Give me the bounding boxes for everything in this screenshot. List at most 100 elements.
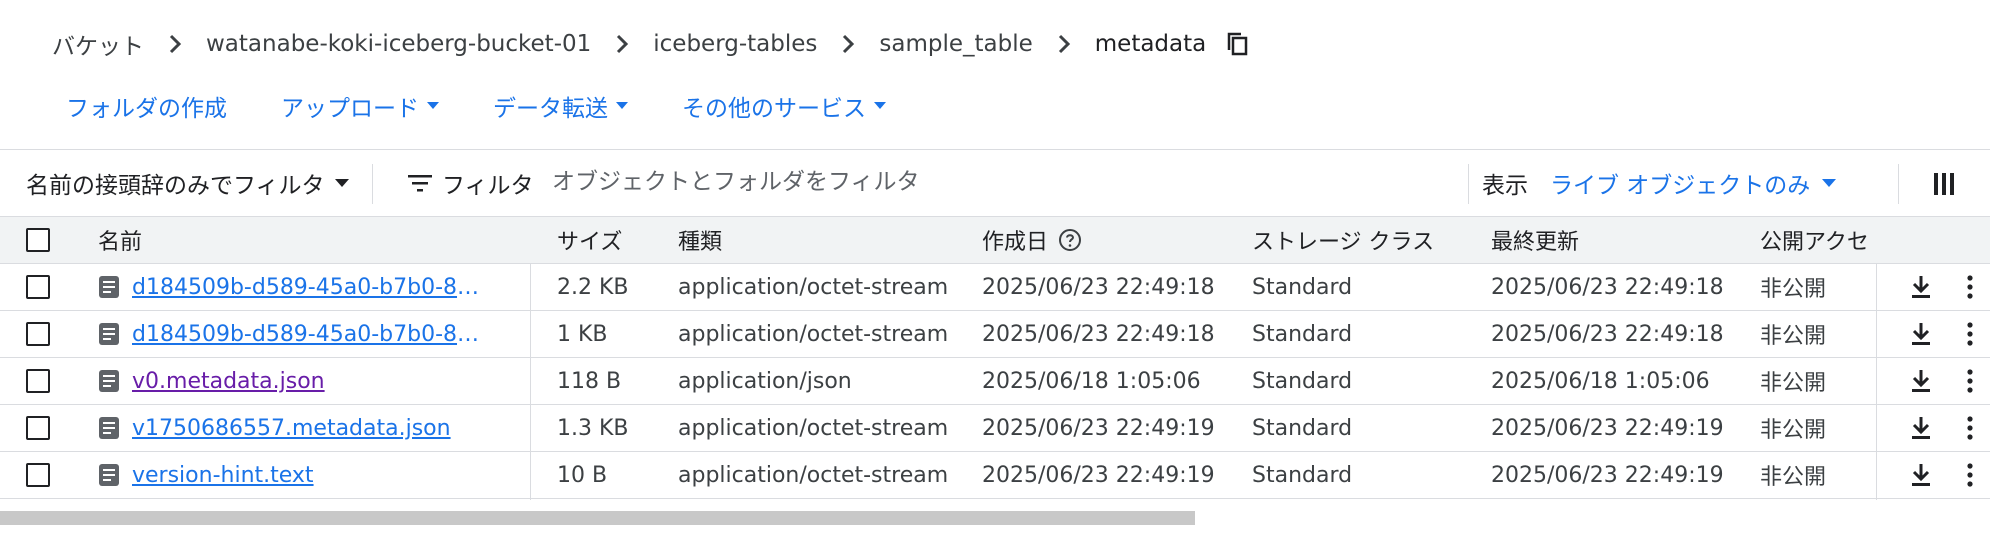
object-name-link[interactable]: v1750686557.metadata.json <box>132 416 451 441</box>
chevron-right-icon <box>607 34 637 54</box>
row-checkbox[interactable] <box>26 322 50 346</box>
object-public-access: 非公開 <box>1760 277 1827 302</box>
file-icon <box>98 322 120 346</box>
breadcrumb-current: metadata <box>1094 31 1207 57</box>
filter-button[interactable]: フィルタ <box>408 164 534 202</box>
header-last-updated[interactable]: 最終更新 <box>1491 217 1751 263</box>
header-public-access[interactable]: 公開アクセ <box>1760 217 1875 263</box>
table-header-row: 名前 サイズ 種類 作成日 ストレージ クラス 最終更新 公開アクセ <box>0 216 1990 264</box>
header-created[interactable]: 作成日 <box>982 217 1242 263</box>
prefix-filter-label: 名前の接頭辞のみでフィルタ <box>26 173 325 199</box>
object-updated: 2025/06/23 22:49:18 <box>1491 274 1724 300</box>
caret-down-icon <box>616 102 628 110</box>
divider <box>372 164 373 204</box>
row-checkbox[interactable] <box>26 369 50 393</box>
object-public-access: 非公開 <box>1760 371 1827 396</box>
other-services-label: その他のサービス <box>682 96 866 122</box>
breadcrumb-buckets[interactable]: バケット <box>52 27 144 61</box>
download-icon[interactable] <box>1906 452 1936 498</box>
table-row: d184509b-d589-45a0-b7b0-8ac10… 1 KB appl… <box>0 311 1990 358</box>
help-circle-icon[interactable] <box>1058 228 1082 252</box>
table-row: v0.metadata.json 118 B application/json … <box>0 358 1990 405</box>
breadcrumb-bucket[interactable]: watanabe-koki-iceberg-bucket-01 <box>206 31 591 57</box>
more-vert-icon[interactable] <box>1960 311 1980 357</box>
header-created-label: 作成日 <box>982 230 1049 255</box>
object-type: application/octet-stream <box>678 415 949 441</box>
horizontal-scrollbar[interactable] <box>0 511 1990 525</box>
object-updated: 2025/06/23 22:49:19 <box>1491 415 1724 441</box>
file-icon <box>98 463 120 487</box>
object-name-link[interactable]: version-hint.text <box>132 463 314 488</box>
file-icon <box>98 416 120 440</box>
header-name[interactable]: 名前 <box>98 217 498 263</box>
breadcrumb-iceberg-tables[interactable]: iceberg-tables <box>653 31 817 57</box>
object-storage-class: Standard <box>1252 368 1353 394</box>
object-name-link[interactable]: v0.metadata.json <box>132 369 325 394</box>
object-storage-class: Standard <box>1252 274 1353 300</box>
create-folder-button[interactable]: フォルダの作成 <box>66 89 227 123</box>
object-public-access: 非公開 <box>1760 418 1827 443</box>
header-size[interactable]: サイズ <box>557 217 667 263</box>
chevron-right-icon <box>160 34 190 54</box>
object-created: 2025/06/23 22:49:19 <box>982 462 1215 488</box>
row-checkbox[interactable] <box>26 416 50 440</box>
show-label: 表示 <box>1482 173 1528 199</box>
filter-lines-icon <box>408 174 432 192</box>
object-updated: 2025/06/23 22:49:18 <box>1491 321 1724 347</box>
more-vert-icon[interactable] <box>1960 264 1980 310</box>
more-vert-icon[interactable] <box>1960 358 1980 404</box>
show-live-objects-dropdown[interactable]: ライブ オブジェクトのみ <box>1550 166 1837 200</box>
object-storage-class: Standard <box>1252 462 1353 488</box>
prefix-filter-dropdown[interactable]: 名前の接頭辞のみでフィルタ <box>26 164 349 202</box>
caret-down-icon <box>1822 179 1837 187</box>
download-icon[interactable] <box>1906 358 1936 404</box>
object-size: 1 KB <box>557 321 608 347</box>
caret-down-icon <box>334 179 349 187</box>
object-storage-class: Standard <box>1252 321 1353 347</box>
object-name-link[interactable]: d184509b-d589-45a0-b7b0-8ac10… <box>132 275 492 300</box>
file-icon <box>98 275 120 299</box>
table-row: v1750686557.metadata.json 1.3 KB applica… <box>0 405 1990 452</box>
download-icon[interactable] <box>1906 264 1936 310</box>
object-storage-class: Standard <box>1252 415 1353 441</box>
more-vert-icon[interactable] <box>1960 452 1980 498</box>
objects-table: 名前 サイズ 種類 作成日 ストレージ クラス 最終更新 公開アクセ d1845… <box>0 216 1990 499</box>
object-public-access: 非公開 <box>1760 465 1827 490</box>
action-toolbar: フォルダの作成 アップロード データ転送 その他のサービス <box>66 86 940 126</box>
object-type: application/octet-stream <box>678 321 949 347</box>
upload-button[interactable]: アップロード <box>281 89 439 123</box>
object-created: 2025/06/23 22:49:19 <box>982 415 1215 441</box>
object-created: 2025/06/23 22:49:18 <box>982 274 1215 300</box>
column-toggle-icon[interactable] <box>1930 170 1958 198</box>
caret-down-icon <box>874 102 886 110</box>
filter-label: フィルタ <box>442 173 534 199</box>
table-row: d184509b-d589-45a0-b7b0-8ac10… 2.2 KB ap… <box>0 264 1990 311</box>
download-icon[interactable] <box>1906 311 1936 357</box>
breadcrumb-sample-table[interactable]: sample_table <box>879 31 1032 57</box>
row-checkbox[interactable] <box>26 275 50 299</box>
other-services-button[interactable]: その他のサービス <box>682 89 886 123</box>
copy-icon[interactable] <box>1226 31 1250 57</box>
header-type[interactable]: 種類 <box>678 217 978 263</box>
breadcrumb: バケット watanabe-koki-iceberg-bucket-01 ice… <box>52 22 1250 66</box>
object-created: 2025/06/23 22:49:18 <box>982 321 1215 347</box>
chevron-right-icon <box>833 34 863 54</box>
scrollbar-thumb[interactable] <box>0 511 1195 525</box>
filter-input[interactable] <box>552 162 1452 202</box>
object-size: 118 B <box>557 368 622 394</box>
header-storage-class[interactable]: ストレージ クラス <box>1252 217 1482 263</box>
download-icon[interactable] <box>1906 405 1936 451</box>
show-value: ライブ オブジェクトのみ <box>1550 173 1811 199</box>
object-size: 1.3 KB <box>557 415 629 441</box>
object-name-link[interactable]: d184509b-d589-45a0-b7b0-8ac10… <box>132 322 492 347</box>
transfer-data-label: データ転送 <box>493 96 608 122</box>
transfer-data-button[interactable]: データ転送 <box>493 89 628 123</box>
select-all-checkbox[interactable] <box>26 228 50 252</box>
object-created: 2025/06/18 1:05:06 <box>982 368 1201 394</box>
row-checkbox[interactable] <box>26 463 50 487</box>
more-vert-icon[interactable] <box>1960 405 1980 451</box>
caret-down-icon <box>427 102 439 110</box>
object-type: application/octet-stream <box>678 462 949 488</box>
divider <box>1468 164 1469 204</box>
object-size: 2.2 KB <box>557 274 629 300</box>
